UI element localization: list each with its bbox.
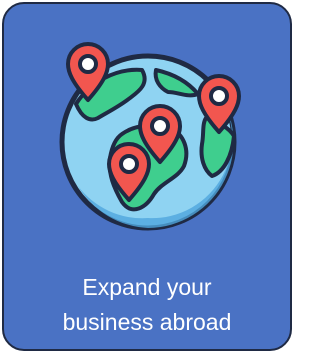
globe-with-location-pins-icon (59, 42, 241, 231)
expand-abroad-card[interactable]: Expand your business abroad (2, 2, 292, 351)
caption-line-2: business abroad (62, 309, 232, 335)
caption-line-1: Expand your (82, 274, 212, 300)
